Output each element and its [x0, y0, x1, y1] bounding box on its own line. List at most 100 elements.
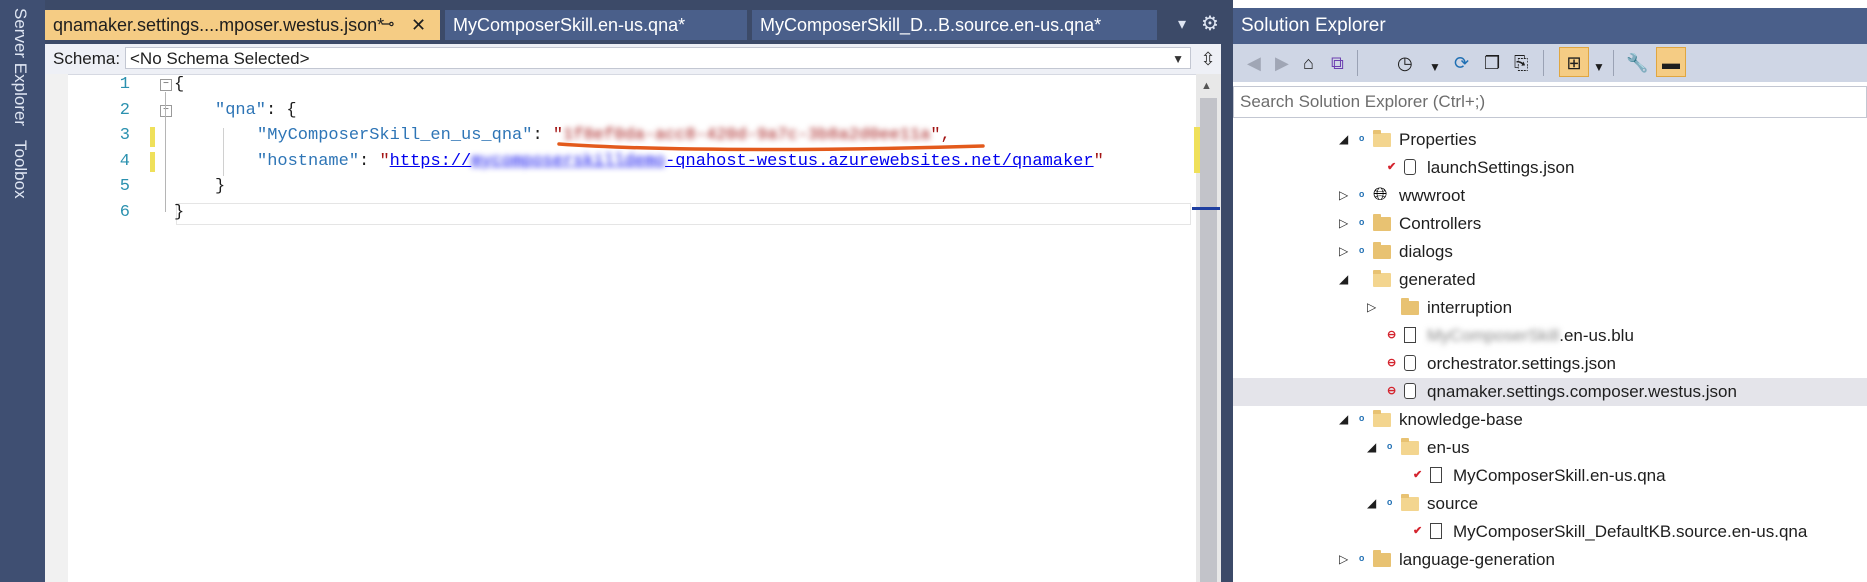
file-icon	[1430, 467, 1442, 483]
tree-item[interactable]: ◢ ᵒ source	[1233, 490, 1867, 518]
excluded-icon: ⊖	[1387, 385, 1397, 397]
expand-icon[interactable]: ▷	[1339, 244, 1348, 258]
tree-item[interactable]: ⊖ qnamaker.settings.composer.westus.json	[1233, 378, 1867, 406]
tree-item-label: dialogs	[1399, 242, 1453, 261]
track-active-item-icon[interactable]: ⊞	[1559, 47, 1589, 77]
line-number: 6	[119, 203, 130, 222]
toolbox-tab[interactable]: Toolbox	[10, 140, 30, 199]
home-icon[interactable]: ⌂	[1303, 52, 1314, 74]
tab-defaultkb-source-qna[interactable]: MyComposerSkill_D...B.source.en-us.qna*	[752, 10, 1157, 40]
wrench-icon[interactable]: 🔧	[1626, 52, 1648, 74]
sync-icon[interactable]: ⟳	[1454, 52, 1469, 74]
hostname-link-end: -qnahost-westus.azurewebsites.net/qnamak…	[665, 152, 1094, 171]
expand-icon[interactable]: ▷	[1339, 188, 1348, 202]
code-line-5[interactable]: }	[215, 177, 225, 196]
collapse-icon[interactable]: ◢	[1339, 132, 1348, 146]
solution-explorer-search-input[interactable]: Search Solution Explorer (Ctrl+;)	[1233, 86, 1867, 118]
tree-item[interactable]: ◢ ᵒ knowledge-base	[1233, 406, 1867, 434]
collapse-icon[interactable]: ◢	[1367, 440, 1376, 454]
code-line-2[interactable]: "qna": {	[215, 101, 297, 120]
toolbar-separator	[1613, 50, 1614, 76]
line-number: 1	[119, 75, 130, 94]
server-explorer-tab[interactable]: Server Explorer	[10, 8, 30, 126]
collapse-icon[interactable]: ◢	[1339, 412, 1348, 426]
json-file-icon	[1404, 383, 1416, 399]
pending-changes-filter-icon[interactable]: ◷	[1397, 52, 1413, 74]
code-editor[interactable]	[45, 0, 1221, 582]
forward-icon[interactable]: ▶	[1275, 52, 1289, 74]
tab-qnamaker-settings[interactable]: qnamaker.settings....mposer.westus.json*…	[45, 10, 440, 40]
schema-dropdown[interactable]: <No Schema Selected> ▼	[125, 47, 1191, 69]
split-editor-icon[interactable]: ⇳	[1195, 44, 1221, 74]
scrollbar-thumb[interactable]	[1200, 98, 1217, 582]
tab-mycomposerskill-qna[interactable]: MyComposerSkill.en-us.qna*	[445, 10, 747, 40]
tree-item[interactable]: ◢ generated	[1233, 266, 1867, 294]
redacted-filename: MyComposerSkill	[1427, 326, 1560, 345]
tree-item[interactable]: ✔ launchSettings.json	[1233, 154, 1867, 182]
folder-icon	[1373, 214, 1391, 231]
back-icon[interactable]: ◀	[1247, 52, 1261, 74]
folder-icon	[1401, 298, 1419, 315]
annotation-underline	[557, 142, 985, 152]
file-icon	[1430, 523, 1442, 539]
schema-value: <No Schema Selected>	[130, 49, 310, 68]
search-placeholder: Search Solution Explorer (Ctrl+;)	[1240, 92, 1486, 111]
tree-item[interactable]: ▷ ᵒ 🌐︎ wwwroot	[1233, 182, 1867, 210]
folder-icon	[1373, 242, 1391, 259]
pin-icon[interactable]: ⊸	[381, 10, 394, 40]
code-line-6[interactable]: }	[174, 203, 184, 222]
tree-item[interactable]: ✔ MyComposerSkill_DefaultKB.source.en-us.…	[1233, 518, 1867, 546]
tree-item[interactable]: ▷ ᵒ language-generation	[1233, 546, 1867, 574]
expand-icon[interactable]: ▷	[1367, 300, 1376, 314]
line-number: 4	[119, 152, 130, 171]
tree-item-label: MyComposerSkill_DefaultKB.source.en-us.q…	[1453, 522, 1808, 541]
tree-item-label: knowledge-base	[1399, 410, 1523, 429]
collapse-icon[interactable]: −	[160, 105, 172, 117]
code-line-4[interactable]: "hostname": "https://mycomposerskilldemo…	[257, 152, 1104, 171]
globe-icon: 🌐︎	[1373, 184, 1388, 204]
tree-item[interactable]: ◢ ᵒ Properties	[1233, 126, 1867, 154]
expand-icon[interactable]: ▷	[1339, 216, 1348, 230]
solution-explorer-toolbar: ◀ ▶ ⌂ ⧉ ◷ ▼ ⟳ ❐ ⎘ ⊞ ▼ 🔧 ▬	[1233, 44, 1867, 82]
show-all-files-icon[interactable]: ⎘	[1514, 52, 1528, 74]
collapse-icon[interactable]: ◢	[1339, 272, 1348, 286]
chevron-down-icon[interactable]: ▼	[1593, 56, 1605, 78]
lock-icon: ᵒ	[1359, 552, 1365, 567]
tree-item[interactable]: ⊖ MyComposerSkill.en-us.blu	[1233, 322, 1867, 350]
collapse-icon[interactable]: ◢	[1367, 496, 1376, 510]
scroll-up-icon[interactable]: ▲	[1201, 80, 1212, 92]
switch-views-icon[interactable]: ⧉	[1331, 52, 1344, 74]
tree-item[interactable]: ◢ ᵒ en-us	[1233, 434, 1867, 462]
tree-item[interactable]: ▷ ᵒ dialogs	[1233, 238, 1867, 266]
tree-item[interactable]: ⊖ orchestrator.settings.json	[1233, 350, 1867, 378]
lock-icon: ᵒ	[1359, 132, 1365, 147]
line-number: 3	[119, 126, 130, 145]
tree-item-label: qnamaker.settings.composer.westus.json	[1427, 382, 1737, 401]
close-icon[interactable]: ✕	[411, 10, 426, 40]
tree-item-label: MyComposerSkill.en-us.qna	[1453, 466, 1666, 485]
checked-in-icon: ✔	[1387, 161, 1397, 173]
tree-item[interactable]: ▷ interruption	[1233, 294, 1867, 322]
tab-label: qnamaker.settings....mposer.westus.json*	[53, 15, 385, 35]
collapse-all-icon[interactable]: ❐	[1484, 52, 1500, 74]
tab-overflow-icon[interactable]: ▾	[1178, 14, 1186, 34]
expand-icon[interactable]: ▷	[1339, 552, 1348, 566]
tree-item[interactable]: ▷ ᵒ Controllers	[1233, 210, 1867, 238]
schema-label: Schema:	[53, 49, 121, 68]
toolbar-separator	[1357, 50, 1358, 76]
collapse-icon[interactable]: −	[160, 79, 172, 91]
change-marker	[150, 127, 155, 147]
chevron-down-icon: ▼	[1172, 52, 1184, 66]
chevron-down-icon[interactable]: ▼	[1429, 56, 1441, 78]
code-line-1[interactable]: {	[174, 75, 184, 94]
tab-label: MyComposerSkill_D...B.source.en-us.qna*	[760, 15, 1102, 35]
scrollbar-caret-marker	[1192, 207, 1220, 210]
panel-splitter[interactable]	[1221, 0, 1233, 582]
left-dock: Server Explorer Toolbox	[0, 0, 45, 582]
tree-item-label: MyComposerSkill.en-us.blu	[1427, 326, 1634, 345]
preview-selected-items-icon[interactable]: ▬	[1656, 47, 1686, 77]
gear-icon[interactable]: ⚙	[1201, 11, 1219, 36]
tree-item-label: generated	[1399, 270, 1476, 289]
tree-item-label: launchSettings.json	[1427, 158, 1575, 177]
tree-item[interactable]: ✔ MyComposerSkill.en-us.qna	[1233, 462, 1867, 490]
